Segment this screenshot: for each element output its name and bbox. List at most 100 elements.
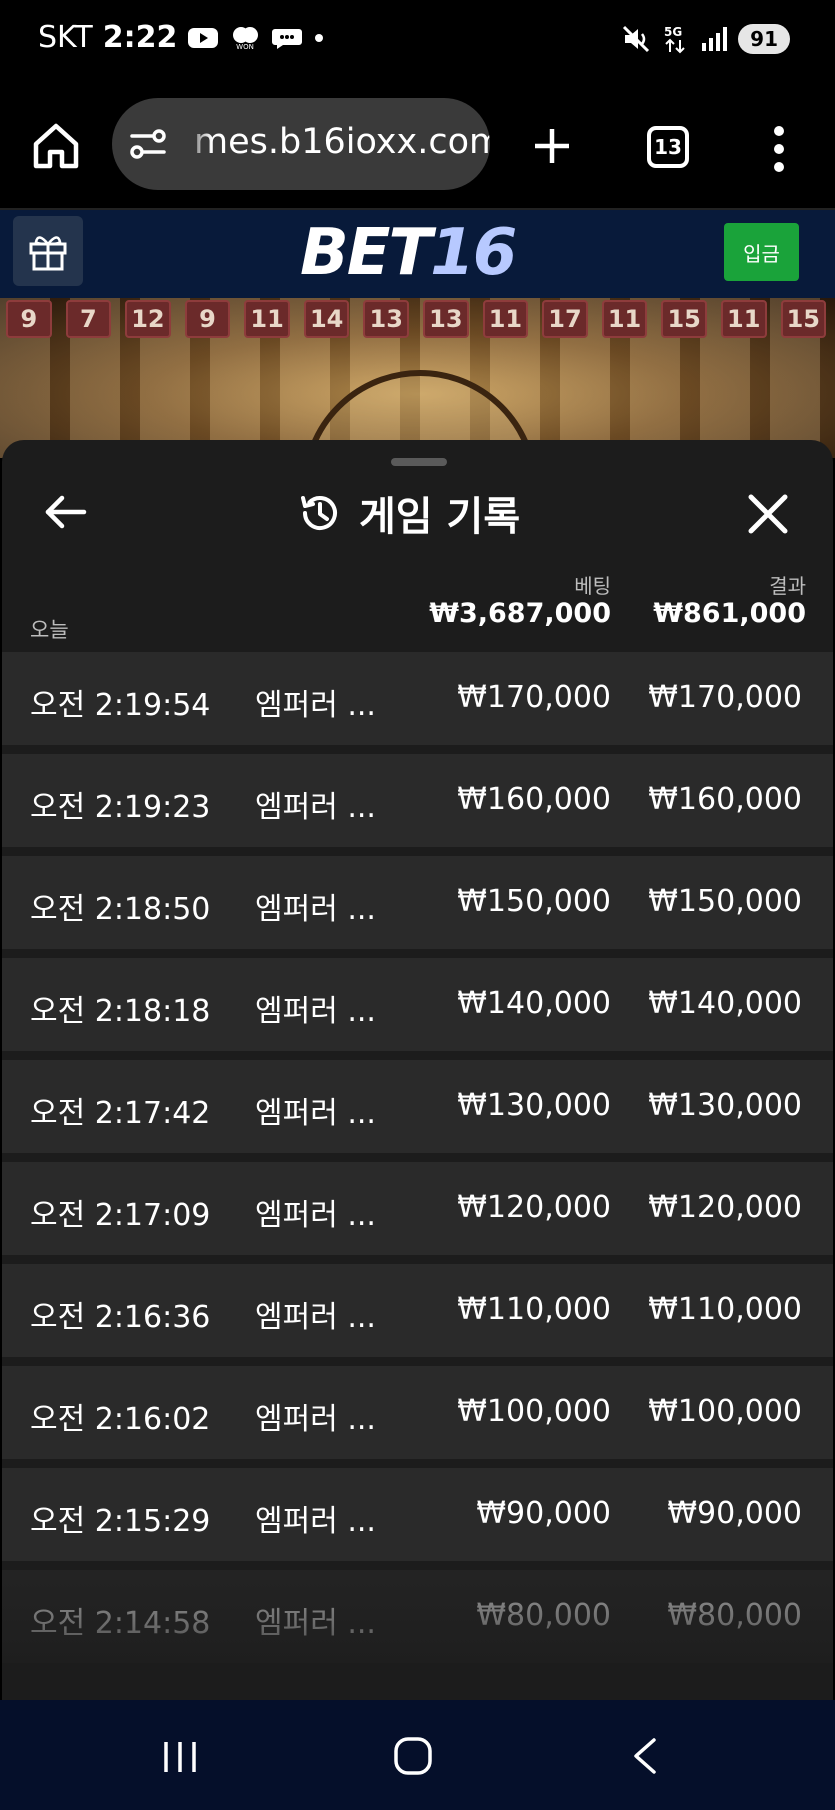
history-row[interactable]: 오전 2:19:23 엠퍼러 ... ₩160,000 ₩160,000 [2,754,833,847]
row-result-amount: ₩170,000 [648,680,802,715]
row-result-amount: ₩100,000 [648,1394,802,1429]
row-time: 오전 2:19:23 [30,790,211,825]
plus-icon[interactable] [532,126,572,166]
close-icon[interactable] [746,492,790,536]
recent-result-chip: 12 [125,300,171,338]
bet-total: ₩3,687,000 [429,598,611,629]
row-game-name: 엠퍼러 ... [255,1096,376,1131]
row-result-amount: ₩160,000 [648,782,802,817]
game-history-sheet: 게임 기록 오늘 베팅 ₩3,687,000 결과 ₩861,000 오전 2:… [2,440,833,1700]
history-row[interactable]: 오전 2:17:09 엠퍼러 ... ₩120,000 ₩120,000 [2,1162,833,1255]
browser-toolbar: mes.b16ioxx.com 13 [0,86,835,210]
home-icon[interactable] [30,120,82,172]
row-result-amount: ₩80,000 [667,1598,802,1633]
game-video-background: 9 7 12 9 11 14 13 13 11 17 11 15 11 15 [0,298,835,458]
row-time: 오전 2:19:54 [30,688,211,723]
more-vert-icon[interactable] [764,124,794,174]
clock: 2:22 [102,20,178,55]
svg-text:5G: 5G [664,25,682,39]
row-bet-amount: ₩170,000 [457,680,611,715]
recent-result-chip: 13 [363,300,410,338]
row-time: 오전 2:14:58 [30,1606,211,1641]
history-row[interactable]: 오전 2:15:29 엠퍼러 ... ₩90,000 ₩90,000 [2,1468,833,1561]
recent-result-chip: 15 [661,300,707,338]
history-icon [301,496,337,530]
row-bet-amount: ₩160,000 [457,782,611,817]
recent-result-chip: 13 [423,300,469,338]
row-bet-amount: ₩100,000 [457,1394,611,1429]
address-bar[interactable]: mes.b16ioxx.com [112,98,490,190]
status-left: SKT 2:22 WON [38,20,325,55]
bet-column-label: 베팅 [574,574,611,598]
history-row[interactable]: 오전 2:16:02 엠퍼러 ... ₩100,000 ₩100,000 [2,1366,833,1459]
row-result-amount: ₩110,000 [648,1292,802,1327]
history-row[interactable]: 오전 2:16:36 엠퍼러 ... ₩110,000 ₩110,000 [2,1264,833,1357]
result-column-label: 결과 [769,574,806,598]
site-header: BET16 입금 [0,210,835,298]
tab-switcher-button[interactable]: 13 [647,126,689,168]
recent-apps-icon[interactable] [160,1738,200,1776]
row-bet-amount: ₩120,000 [457,1190,611,1225]
row-bet-amount: ₩110,000 [457,1292,611,1327]
site-settings-icon[interactable] [128,124,168,164]
recent-result-chip: 14 [303,300,350,338]
row-result-amount: ₩150,000 [648,884,802,919]
recent-result-chip: 15 [780,300,827,338]
row-time: 오전 2:17:09 [30,1198,211,1233]
logo-text: BET [300,216,432,290]
row-bet-amount: ₩90,000 [476,1496,611,1531]
row-result-amount: ₩130,000 [648,1088,802,1123]
sheet-drag-handle[interactable] [391,458,447,466]
nav-back-icon[interactable] [630,1736,660,1776]
won-notification-icon: WON [233,26,259,50]
recent-result-chip: 7 [65,300,112,338]
row-game-name: 엠퍼러 ... [255,1402,376,1437]
recent-result-chip: 11 [482,300,529,338]
5g-data-icon: 5G [664,25,685,54]
history-row[interactable]: 오전 2:19:54 엠퍼러 ... ₩170,000 ₩170,000 [2,652,833,745]
recent-result-chip: 11 [601,300,648,338]
sheet-header: 게임 기록 [297,484,520,542]
gift-icon [29,236,67,271]
carrier-label: SKT [38,20,93,55]
row-time: 오전 2:16:36 [30,1300,211,1335]
recent-result-chip: 17 [542,300,588,338]
row-game-name: 엠퍼러 ... [255,1300,376,1335]
nav-home-icon[interactable] [393,1736,433,1776]
sheet-title: 게임 기록 [359,494,521,540]
url-fade [182,98,212,190]
battery-indicator: 91 [738,24,790,54]
history-row[interactable]: 오전 2:18:50 엠퍼러 ... ₩150,000 ₩150,000 [2,856,833,949]
row-bet-amount: ₩150,000 [457,884,611,919]
row-bet-amount: ₩140,000 [457,986,611,1021]
youtube-notification-icon [188,27,219,48]
recent-result-chip: 11 [720,300,767,338]
screen: SKT 2:22 WON 5G 91 mes.b16ioxx.com 13 BE… [0,0,835,1810]
row-result-amount: ₩90,000 [667,1496,802,1531]
history-row[interactable]: 오전 2:14:58 엠퍼러 ... ₩80,000 ₩80,000 [2,1570,833,1663]
row-bet-amount: ₩80,000 [476,1598,611,1633]
svg-text:WON: WON [237,43,255,50]
row-time: 오전 2:16:02 [30,1402,211,1437]
mute-icon [623,25,650,53]
arrow-left-icon[interactable] [42,488,90,536]
history-summary: 오늘 베팅 ₩3,687,000 결과 ₩861,000 [2,570,833,650]
recent-result-chip: 9 [184,300,231,338]
url-text[interactable]: mes.b16ioxx.com [194,122,490,162]
history-list: 오전 2:19:54 엠퍼러 ... ₩170,000 ₩170,000 오전 2:19… [2,652,833,1672]
result-total: ₩861,000 [653,598,806,629]
status-bar: SKT 2:22 WON 5G 91 [0,0,835,86]
row-time: 오전 2:18:18 [30,994,211,1029]
history-row[interactable]: 오전 2:17:42 엠퍼러 ... ₩130,000 ₩130,000 [2,1060,833,1153]
recent-results-strip: 9 7 12 9 11 14 13 13 11 17 11 15 11 15 [0,300,835,340]
history-row[interactable]: 오전 2:18:18 엠퍼러 ... ₩140,000 ₩140,000 [2,958,833,1051]
deposit-button[interactable]: 입금 [724,223,799,281]
row-game-name: 엠퍼러 ... [255,688,376,723]
row-time: 오전 2:18:50 [30,892,211,927]
logo-number: 16 [430,216,517,290]
row-game-name: 엠퍼러 ... [255,1198,376,1233]
site-logo[interactable]: BET16 [300,216,517,290]
row-game-name: 엠퍼러 ... [255,1504,376,1539]
gift-button[interactable] [13,216,83,286]
row-time: 오전 2:17:42 [30,1096,211,1131]
